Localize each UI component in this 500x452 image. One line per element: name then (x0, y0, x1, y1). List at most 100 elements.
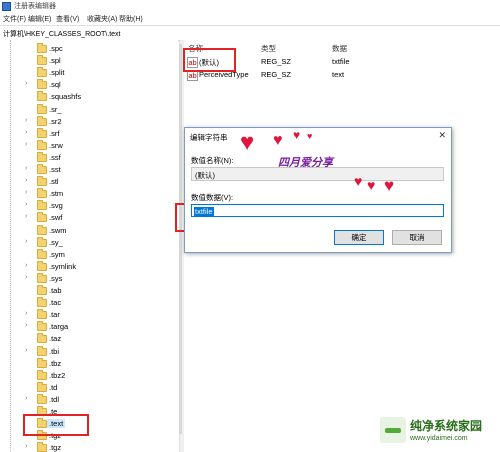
tree-item[interactable]: .split (25, 67, 175, 79)
tree-item-label: .sys (49, 273, 63, 283)
column-header-data[interactable]: 数据 (332, 43, 347, 54)
heart-icon: ♥ (367, 177, 376, 193)
heart-icon: ♥ (307, 131, 313, 141)
tree-item[interactable]: › .tbi (25, 345, 175, 358)
column-header-type[interactable]: 类型 (261, 43, 276, 54)
menu-file[interactable]: 文件(F) (3, 14, 26, 24)
tree-item[interactable]: › .sy_ (25, 236, 175, 249)
tree-item-label: .split (49, 68, 65, 78)
tree-guide-line (10, 40, 11, 452)
tree-item[interactable]: .squashfs (25, 91, 175, 103)
tree-item[interactable]: › .sql (25, 79, 175, 91)
tree-item-label: .sy_ (49, 237, 63, 247)
chevron-right-icon[interactable]: › (25, 129, 27, 136)
highlight-text-key (23, 414, 89, 436)
highlight-default-value (183, 48, 236, 72)
chevron-right-icon[interactable]: › (25, 201, 27, 208)
ok-button[interactable]: 确定 (334, 230, 384, 245)
tree-item-label: .tgz (49, 443, 62, 452)
chevron-right-icon[interactable]: › (25, 177, 27, 184)
folder-icon (37, 43, 47, 53)
folder-icon (37, 139, 47, 150)
tree-item[interactable]: .td (25, 381, 175, 394)
chevron-right-icon[interactable]: › (25, 80, 27, 87)
regedit-app-icon (2, 2, 11, 11)
tree-item[interactable]: › .sst (25, 164, 175, 176)
value-data-input[interactable]: txtfile (191, 204, 444, 217)
tree-item-label: .targa (49, 322, 69, 332)
tree-item[interactable]: › .sr2 (25, 115, 175, 128)
tree-item[interactable]: .tbz (25, 357, 175, 370)
menu-favorites[interactable]: 收藏夹(A) (87, 14, 117, 24)
value-type: REG_SZ (261, 57, 292, 66)
heart-icon: ♥ (354, 173, 363, 189)
tree-item-label: .tdl (49, 394, 60, 404)
tree-item-label: .sr2 (49, 116, 62, 126)
tree-item[interactable]: › .symlink (25, 260, 175, 273)
folder-icon (37, 224, 47, 235)
chevron-right-icon[interactable]: › (25, 395, 27, 402)
tree-item[interactable]: .spc (25, 43, 175, 55)
tree-item[interactable]: .taz (25, 333, 175, 345)
tree-item[interactable]: .tbz2 (25, 369, 175, 382)
tree-item-label: .symlink (49, 261, 77, 271)
chevron-right-icon[interactable]: › (25, 262, 27, 269)
heart-icon: ♥ (240, 129, 255, 156)
site-watermark: 纯净系统家园 www.yidaimei.com (380, 413, 500, 452)
tree-item[interactable]: › .tar (25, 309, 175, 321)
folder-icon (37, 345, 47, 356)
tree-item[interactable]: › .srf (25, 127, 175, 140)
tree-item[interactable]: .ssf (25, 151, 175, 164)
tree-item[interactable]: .swm (25, 224, 175, 237)
chevron-right-icon[interactable]: › (25, 165, 27, 172)
chevron-right-icon[interactable]: › (25, 238, 27, 245)
folder-icon (37, 309, 47, 320)
tree-item[interactable]: › .stl (25, 176, 175, 188)
chevron-right-icon[interactable]: › (25, 310, 27, 317)
chevron-right-icon[interactable]: › (25, 141, 27, 148)
tree-item[interactable]: .tab (25, 285, 175, 297)
tree-item[interactable]: › .sys (25, 272, 175, 285)
tree-item[interactable]: .tac (25, 297, 175, 309)
folder-icon (37, 357, 47, 368)
cancel-button[interactable]: 取消 (392, 230, 442, 245)
menu-view[interactable]: 查看(V) (56, 14, 79, 24)
tree-item[interactable]: › .tgz (25, 442, 175, 452)
menu-edit[interactable]: 编辑(E) (28, 14, 51, 24)
close-icon[interactable]: ✕ (438, 130, 446, 141)
folder-icon (37, 442, 47, 452)
value-name-text: (默认) (195, 171, 215, 180)
folder-icon (37, 272, 47, 283)
menu-bar: 文件(F) 编辑(E) 查看(V) 收藏夹(A) 帮助(H) (0, 12, 500, 25)
folder-icon (37, 79, 47, 90)
tree-item-label: .squashfs (49, 92, 82, 102)
chevron-right-icon[interactable]: › (25, 322, 27, 329)
chevron-right-icon[interactable]: › (25, 347, 27, 354)
tree-item[interactable]: .sym (25, 248, 175, 261)
tree-item[interactable]: › .srw (25, 139, 175, 152)
chevron-right-icon[interactable]: › (25, 213, 27, 220)
tree-item[interactable]: › .stm (25, 188, 175, 200)
folder-icon (37, 127, 47, 138)
tree-item-label: .tac (49, 298, 62, 308)
chevron-right-icon[interactable]: › (25, 274, 27, 281)
tree-item[interactable]: .sr_ (25, 103, 175, 116)
tree-scrollbar-thumb[interactable] (179, 44, 182, 434)
chevron-right-icon[interactable]: › (25, 443, 27, 450)
chevron-right-icon[interactable]: › (25, 189, 27, 196)
folder-icon (37, 260, 47, 271)
tree-item[interactable]: .spl (25, 55, 175, 67)
tree-item-label: .spc (49, 44, 63, 53)
tree-item-label: .tab (49, 286, 62, 295)
tree-item[interactable]: › .svg (25, 200, 175, 212)
folder-icon (37, 176, 47, 187)
tree-item[interactable]: › .targa (25, 321, 175, 333)
tree-item-label: .td (49, 382, 58, 392)
tree-item[interactable]: › .swf (25, 212, 175, 224)
tree-item-label: .sql (49, 80, 61, 90)
folder-icon (37, 164, 47, 174)
menu-help[interactable]: 帮助(H) (119, 14, 143, 24)
chevron-right-icon[interactable]: › (25, 117, 27, 124)
address-bar[interactable]: 计算机\HKEY_CLASSES_ROOT\.text (0, 25, 500, 41)
tree-item[interactable]: › .tdl (25, 393, 175, 406)
